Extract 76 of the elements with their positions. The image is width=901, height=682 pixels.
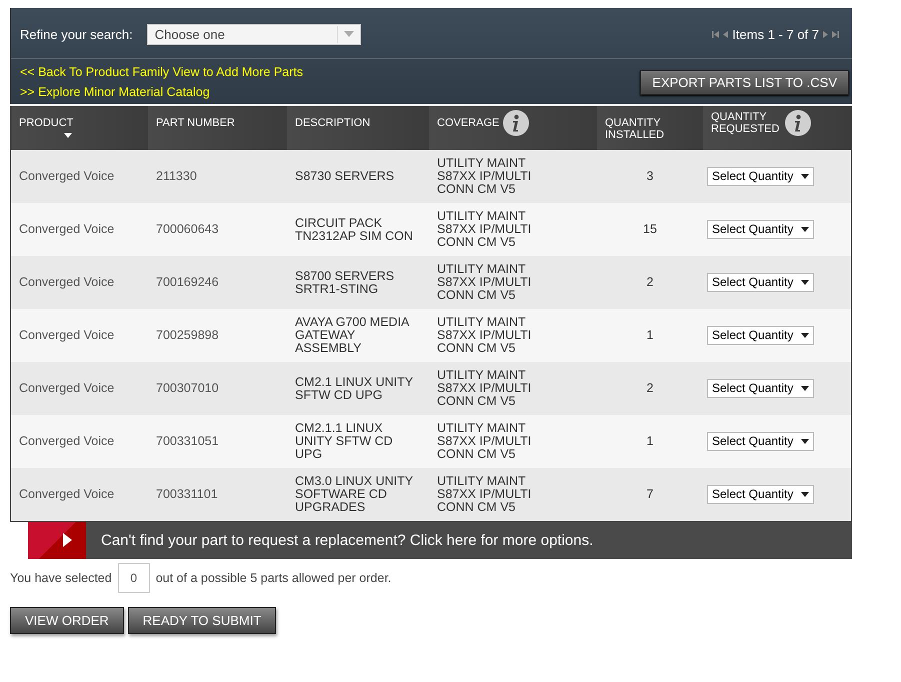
nav-link[interactable]: >> Explore Minor Material Catalog bbox=[20, 85, 304, 99]
caret-icon bbox=[801, 280, 810, 285]
column-header[interactable]: QUANTITY REQUESTED bbox=[703, 105, 852, 150]
table-cell: Converged Voice bbox=[10, 309, 148, 362]
table-cell: S8730 SERVERS bbox=[287, 150, 429, 203]
table-cell: CM3.0 LINUX UNITY SOFTWARE CD UPGRADES bbox=[287, 468, 429, 521]
table-cell: CM2.1.1 LINUX UNITY SFTW CD UPG bbox=[287, 415, 429, 468]
column-header[interactable]: PART NUMBER bbox=[148, 105, 287, 150]
quantity-dropdown[interactable]: Select Quantity bbox=[707, 379, 814, 398]
table-cell: UTILITY MAINT S87XX IP/MULTI CONN CM V5 bbox=[429, 203, 597, 256]
info-icon[interactable] bbox=[503, 110, 530, 136]
table-cell: UTILITY MAINT S87XX IP/MULTI CONN CM V5 bbox=[429, 150, 597, 203]
table-cell: Converged Voice bbox=[10, 256, 148, 309]
play-icon bbox=[28, 522, 86, 558]
column-header[interactable]: QUANTITY INSTALLED bbox=[597, 105, 703, 150]
table-cell: 700307010 bbox=[148, 362, 287, 415]
table-cell: 700060643 bbox=[148, 203, 287, 256]
table-cell: Converged Voice bbox=[10, 150, 148, 203]
export-button[interactable]: EXPORT PARTS LIST TO .CSV bbox=[640, 70, 849, 94]
last-page-icon[interactable] bbox=[832, 30, 839, 38]
info-icon[interactable] bbox=[785, 110, 811, 136]
caret-icon bbox=[801, 492, 810, 497]
refine-label: Refine your search: bbox=[20, 26, 133, 42]
table-cell: 700331101 bbox=[148, 468, 287, 521]
quantity-dropdown[interactable]: Select Quantity bbox=[707, 484, 814, 504]
table-cell: UTILITY MAINT S87XX IP/MULTI CONN CM V5 bbox=[429, 362, 597, 415]
column-header[interactable]: DESCRIPTION bbox=[287, 105, 429, 150]
caret-icon bbox=[801, 227, 810, 232]
table-cell: 700169246 bbox=[148, 256, 287, 309]
table-cell: 700259898 bbox=[148, 309, 287, 362]
table-cell: Converged Voice bbox=[10, 468, 148, 521]
table-cell: 700331051 bbox=[148, 415, 287, 468]
caret-icon bbox=[801, 386, 810, 391]
table-cell: UTILITY MAINT S87XX IP/MULTI CONN CM V5 bbox=[429, 256, 597, 309]
table-cell: UTILITY MAINT S87XX IP/MULTI CONN CM V5 bbox=[429, 415, 597, 468]
quantity-dropdown[interactable]: Select Quantity bbox=[707, 432, 814, 451]
column-header[interactable]: COVERAGE bbox=[429, 105, 597, 150]
table-cell: 1 bbox=[597, 415, 703, 468]
quantity-dropdown[interactable]: Select Quantity bbox=[707, 167, 814, 186]
table-cell: AVAYA G700 MEDIA GATEWAY ASSEMBLY bbox=[287, 309, 429, 362]
column-header[interactable]: PRODUCT bbox=[10, 105, 148, 150]
table-cell: Converged Voice bbox=[10, 415, 148, 468]
help-banner[interactable]: Can't find your part to request a replacement? Click here for more options. bbox=[29, 522, 852, 558]
table-cell: CM2.1 LINUX UNITY SFTW CD UPG bbox=[287, 362, 429, 415]
first-page-icon[interactable] bbox=[712, 30, 720, 38]
action-button[interactable]: READY TO SUBMIT bbox=[128, 606, 276, 634]
table-cell: 2 bbox=[597, 362, 703, 415]
table-cell: Converged Voice bbox=[10, 362, 148, 415]
table-cell: Converged Voice bbox=[10, 203, 148, 256]
caret-icon bbox=[801, 333, 810, 338]
caret-icon bbox=[801, 174, 810, 179]
table-cell: 1 bbox=[597, 309, 703, 362]
count-field[interactable]: 0 bbox=[118, 562, 150, 592]
table-cell: 7 bbox=[597, 468, 703, 521]
table-cell: CIRCUIT PACK TN2312AP SIM CON bbox=[287, 203, 429, 256]
pager-text: Items 1 - 7 of 7 bbox=[732, 26, 819, 42]
next-page-icon[interactable] bbox=[823, 30, 828, 38]
prev-page-icon[interactable] bbox=[723, 30, 728, 38]
table-cell: 211330 bbox=[148, 150, 287, 203]
selection-text: You have selected bbox=[10, 570, 112, 584]
refine-dropdown[interactable]: Choose one bbox=[146, 24, 361, 44]
action-button[interactable]: VIEW ORDER bbox=[10, 606, 124, 634]
table-cell: UTILITY MAINT S87XX IP/MULTI CONN CM V5 bbox=[429, 309, 597, 362]
quantity-dropdown[interactable]: Select Quantity bbox=[707, 273, 814, 292]
caret-icon bbox=[344, 31, 354, 37]
quantity-dropdown[interactable]: Select Quantity bbox=[707, 326, 814, 345]
table-cell: 2 bbox=[597, 256, 703, 309]
table-cell: UTILITY MAINT S87XX IP/MULTI CONN CM V5 bbox=[429, 468, 597, 521]
table-cell: 3 bbox=[597, 150, 703, 203]
nav-link[interactable]: << Back To Product Family View to Add More Parts bbox=[20, 65, 304, 79]
table-cell: 15 bbox=[597, 203, 703, 256]
quantity-dropdown[interactable]: Select Quantity bbox=[707, 220, 814, 239]
table-cell: S8700 SERVERS SRTR1-STING bbox=[287, 256, 429, 309]
sort-icon bbox=[64, 133, 72, 138]
caret-icon bbox=[801, 439, 810, 444]
selection-text: out of a possible 5 parts allowed per order. bbox=[156, 570, 392, 584]
